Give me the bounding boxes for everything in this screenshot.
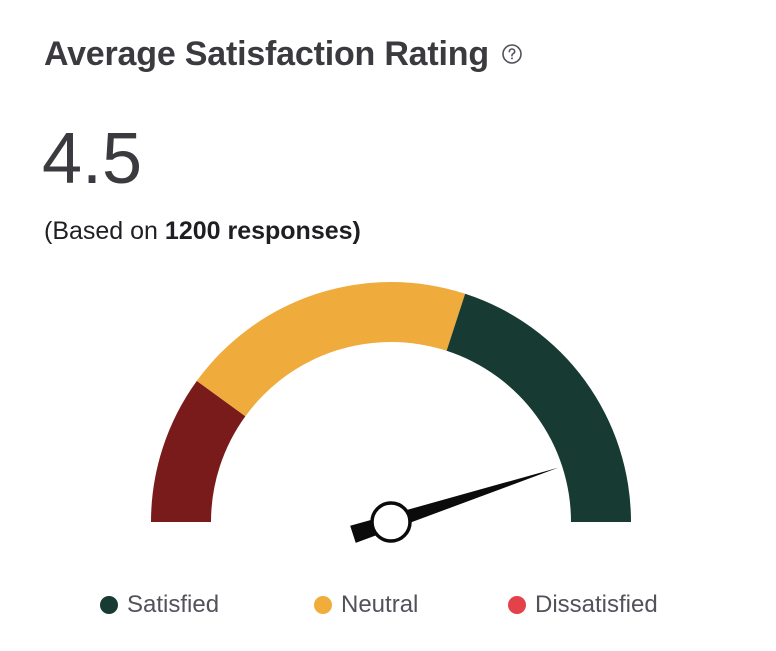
legend-dot-dissatisfied — [508, 596, 526, 614]
legend-dot-neutral — [314, 596, 332, 614]
gauge-segment-dissatisfied — [151, 380, 246, 522]
question-circle-icon[interactable] — [501, 43, 523, 65]
gauge-segment-satisfied — [446, 293, 631, 522]
responses-count: 1200 responses) — [164, 217, 361, 245]
legend-dot-satisfied — [100, 596, 118, 614]
satisfaction-card: Average Satisfaction Rating 4.5 (Based o… — [0, 0, 776, 651]
responses-caption: (Based on 1200 responses) — [44, 214, 361, 248]
card-title: Average Satisfaction Rating — [44, 35, 489, 73]
legend-item-dissatisfied[interactable]: Dissatisfied — [508, 588, 658, 622]
gauge-needle — [350, 467, 559, 543]
responses-caption-prefix: (Based on — [44, 217, 165, 245]
card-header: Average Satisfaction Rating — [44, 34, 523, 74]
legend-label-dissatisfied: Dissatisfied — [535, 591, 658, 618]
gauge-svg — [151, 281, 631, 543]
legend-label-neutral: Neutral — [341, 591, 419, 618]
average-rating-value: 4.5 — [42, 119, 143, 199]
legend-item-neutral[interactable]: Neutral — [314, 588, 418, 622]
legend-label-satisfied: Satisfied — [127, 591, 220, 618]
gauge-needle-hub — [370, 501, 412, 543]
gauge-segment-neutral — [196, 281, 466, 417]
gauge-chart — [0, 0, 776, 651]
legend: Satisfied Neutral Dissatisfied — [0, 588, 776, 624]
legend-item-satisfied[interactable]: Satisfied — [100, 588, 219, 622]
